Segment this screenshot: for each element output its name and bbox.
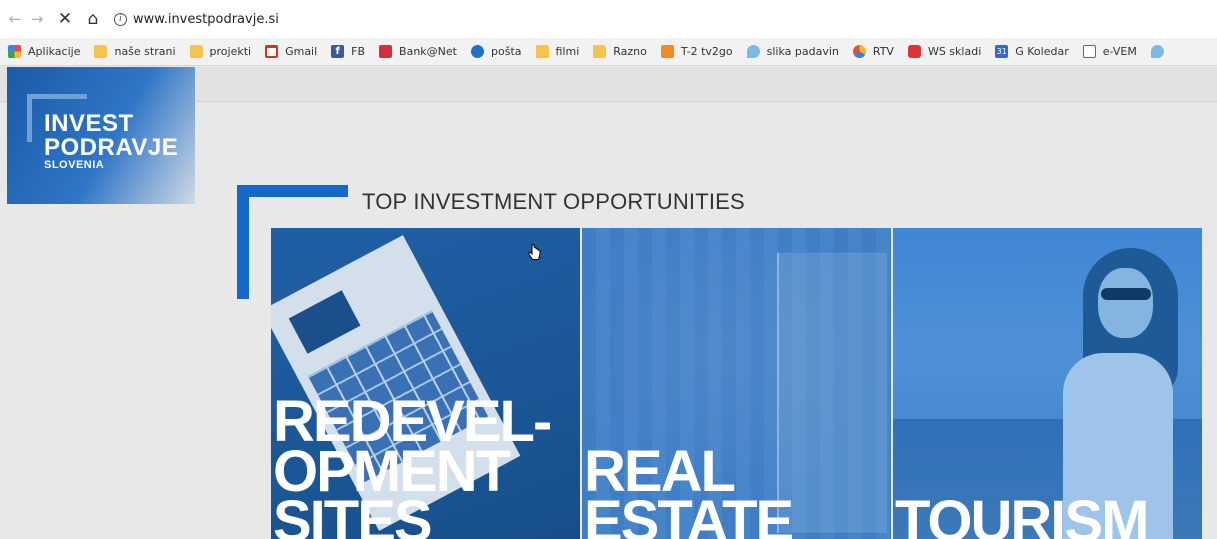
mail-icon (471, 45, 484, 58)
bookmark-overflow[interactable] (1150, 45, 1171, 58)
bookmark-label: WS skladi (927, 45, 982, 58)
tile-tourism[interactable]: TOURISM (893, 228, 1202, 539)
tile-caption: TOURISM (895, 489, 1149, 539)
folder-icon (535, 45, 549, 58)
bookmark-label: Razno (613, 45, 647, 58)
sunglasses-icon (1101, 288, 1151, 300)
rtv-icon (852, 45, 866, 58)
home-icon[interactable]: ⌂ (82, 8, 104, 30)
glass-door-image (777, 253, 887, 533)
face-shape (1098, 268, 1153, 338)
ws-icon (907, 45, 921, 58)
bank-icon (379, 45, 393, 58)
bookmark-e-vem[interactable]: e-VEM (1082, 45, 1137, 58)
document-icon (1082, 45, 1096, 58)
tile-caption-line: ESTATE (584, 489, 794, 539)
folder-icon (189, 45, 203, 58)
bookmark-gmail[interactable]: Gmail (265, 45, 317, 58)
bookmark-label: T-2 tv2go (680, 45, 733, 58)
page-content: INVEST PODRAVJE SLOVENIA TOP INVESTMENT … (0, 67, 1217, 539)
bookmark-label: Aplikacije (28, 45, 81, 58)
bookmark-label: RTV (872, 45, 894, 58)
folder-icon (593, 45, 607, 58)
bookmark-ws-skladi[interactable]: WS skladi (907, 45, 982, 58)
bookmark-filmi[interactable]: filmi (535, 45, 580, 58)
bookmark-label: projekti (209, 45, 252, 58)
tile-caption-line: TOURISM (895, 489, 1149, 539)
tile-caption: REAL ESTATE (584, 443, 794, 539)
tile-caption: REDEVEL- OPMENT SITES (273, 393, 552, 539)
bookmark-slika-padavin[interactable]: slika padavin (746, 45, 839, 58)
logo-line-slovenia: SLOVENIA (44, 159, 105, 171)
site-info-icon[interactable]: i (114, 12, 127, 26)
bookmark-fb[interactable]: f FB (331, 45, 365, 58)
bookmark-g-koledar[interactable]: 31 G Koledar (995, 45, 1069, 58)
brochure-logo-image (288, 290, 361, 354)
bookmark-aplikacije[interactable]: Aplikacije (8, 45, 80, 58)
bookmark-nase-strani[interactable]: naše strani (94, 45, 176, 58)
logo-line-podravje: PODRAVJE (44, 134, 179, 161)
forward-arrow-icon[interactable]: → (26, 8, 48, 30)
bookmark-razno[interactable]: Razno (593, 45, 647, 58)
browser-address-bar: ← → ✕ ⌂ i www.investpodravje.si (0, 0, 1217, 38)
bookmark-label: naše strani (114, 45, 176, 58)
bookmark-label: Gmail (285, 45, 318, 58)
calendar-icon: 31 (995, 45, 1009, 58)
bookmark-label: e-VEM (1102, 45, 1137, 58)
rain-icon (746, 45, 760, 58)
url-text: www.investpodravje.si (133, 11, 279, 27)
hand-cursor-icon (527, 244, 541, 260)
back-arrow-icon[interactable]: ← (4, 8, 26, 30)
bookmark-t2-tv2go[interactable]: T-2 tv2go (660, 45, 733, 58)
bookmark-label: G Koledar (1015, 45, 1069, 58)
bookmark-label: slika padavin (766, 45, 839, 58)
url-field[interactable]: i www.investpodravje.si (114, 12, 279, 27)
tile-real-estate[interactable]: REAL ESTATE (582, 228, 891, 539)
rain-icon (1150, 45, 1164, 58)
bookmark-posta[interactable]: pošta (471, 45, 522, 58)
bookmark-label: Bank@Net (399, 45, 457, 58)
bookmark-rtv[interactable]: RTV (852, 45, 894, 58)
bookmark-label: pošta (491, 45, 522, 58)
bookmark-projekti[interactable]: projekti (189, 45, 252, 58)
bookmark-label: FB (351, 45, 366, 58)
stop-loading-icon[interactable]: ✕ (54, 8, 76, 30)
tile-redevelopment-sites[interactable]: REDEVEL- OPMENT SITES (271, 228, 580, 539)
apps-icon (8, 45, 21, 58)
invest-podravje-logo[interactable]: INVEST PODRAVJE SLOVENIA (7, 67, 195, 204)
section-title: TOP INVESTMENT OPPORTUNITIES (362, 189, 745, 214)
gmail-icon (265, 45, 279, 58)
bookmark-banknet[interactable]: Bank@Net (379, 45, 457, 58)
bookmarks-bar: Aplikacije naše strani projekti Gmail fF… (0, 38, 1217, 66)
bookmark-label: filmi (555, 45, 580, 58)
folder-icon (94, 45, 108, 58)
facebook-icon: f (331, 45, 345, 58)
logo-line-invest: INVEST (44, 110, 134, 137)
tv-icon (660, 45, 674, 58)
